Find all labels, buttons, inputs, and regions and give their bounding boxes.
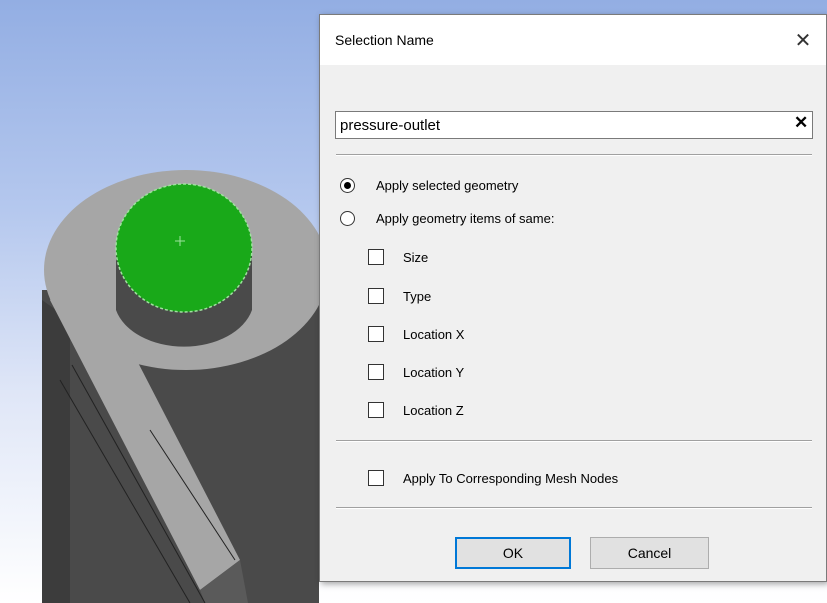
checkbox-label: Apply To Corresponding Mesh Nodes [403,470,619,486]
checkbox-location-y[interactable]: Location Y [368,364,464,380]
checkbox-apply-mesh-nodes[interactable]: Apply To Corresponding Mesh Nodes [368,470,618,486]
checkbox-label: Size [403,249,429,265]
checkbox-label: Type [403,288,432,304]
checkbox[interactable] [368,364,384,380]
checkbox-label: Location Z [403,402,464,418]
radio-apply-selected-geometry[interactable]: Apply selected geometry [340,178,518,193]
checkbox-location-z[interactable]: Location Z [368,402,464,418]
ok-button[interactable]: OK [455,537,571,569]
radio-label: Apply selected geometry [376,178,519,193]
divider [336,154,812,156]
selection-name-dialog: Selection Name ✕ ✕ Apply selected geomet… [319,14,827,582]
dialog-title: Selection Name [335,32,434,48]
dialog-titlebar[interactable]: Selection Name ✕ [320,15,826,65]
selection-name-input[interactable] [335,111,813,139]
checkbox[interactable] [368,470,384,486]
checkbox-label: Location X [403,326,465,342]
radio-button-checked[interactable] [340,178,355,193]
checkbox-type[interactable]: Type [368,288,431,304]
checkbox-location-x[interactable]: Location X [368,326,464,342]
checkbox-size[interactable]: Size [368,249,428,265]
checkbox-label: Location Y [403,364,465,380]
body-shading [42,300,70,603]
checkbox[interactable] [368,402,384,418]
pressure-outlet-face[interactable] [115,183,253,313]
checkbox[interactable] [368,288,384,304]
checkbox[interactable] [368,326,384,342]
divider [336,440,812,442]
radio-button[interactable] [340,211,355,226]
clear-icon[interactable]: ✕ [794,113,808,133]
radio-apply-geometry-items-same[interactable]: Apply geometry items of same: [340,211,554,226]
cancel-button[interactable]: Cancel [590,537,709,569]
close-icon[interactable]: ✕ [780,15,826,65]
radio-label: Apply geometry items of same: [376,211,555,226]
checkbox[interactable] [368,249,384,265]
divider [336,507,812,509]
